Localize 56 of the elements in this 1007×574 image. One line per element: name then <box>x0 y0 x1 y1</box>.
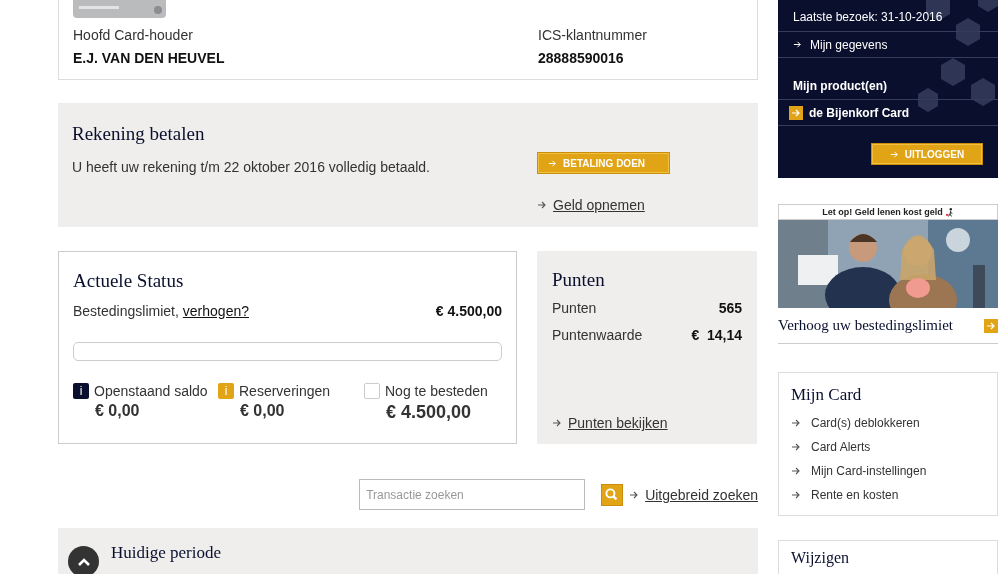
menu-link[interactable]: Rente en kosten <box>811 488 899 502</box>
legend-value: € 0,00 <box>95 402 141 420</box>
section-title: Actuele Status <box>73 270 185 292</box>
legend-value: € 4.500,00 <box>386 402 473 423</box>
arrow-box-icon <box>789 105 803 120</box>
arrow-icon <box>552 418 562 428</box>
menu-link[interactable]: Card Alerts <box>811 440 871 454</box>
warning-text: Let op! Geld lenen kost geld <box>822 207 943 217</box>
collapse-button[interactable] <box>68 546 99 574</box>
field-label: Hoofd Card-houder <box>73 26 194 45</box>
limit-value: € 4.500,00 <box>435 303 502 319</box>
arrow-icon <box>537 200 547 210</box>
legend-value: € 0,00 <box>240 402 286 420</box>
info-icon: i <box>73 383 89 399</box>
field-value: E.J. VAN DEN HEUVEL <box>73 49 226 68</box>
payment-text: U heeft uw rekening t/m 22 oktober 2016 volledig betaald. <box>72 159 431 175</box>
arrow-icon <box>791 466 801 476</box>
arrow-icon <box>791 418 801 428</box>
points-label: Punten <box>552 300 597 316</box>
search-field[interactable]: Transactie zoeken <box>359 479 586 510</box>
arrow-box-icon <box>984 318 998 333</box>
arrow-icon <box>793 40 802 49</box>
field-label: ICS-klantnummer <box>538 26 648 45</box>
section-title: Wijzigen <box>791 549 850 567</box>
arrow-icon <box>889 149 899 159</box>
arrow-icon <box>791 490 801 500</box>
points-value: 565 <box>718 300 742 316</box>
limit-label: Bestedingslimiet, <box>73 303 179 319</box>
increase-link[interactable]: verhogen? <box>182 303 249 319</box>
points-label: Puntenwaarde <box>552 327 643 343</box>
promo-link[interactable]: Verhoog uw bestedingslimiet <box>778 317 953 334</box>
link[interactable]: Punten bekijken <box>568 415 668 431</box>
products-title: Mijn product(en) <box>778 58 998 100</box>
legend-label: Nog te besteden <box>385 383 488 399</box>
section-title: Mijn Card <box>791 385 863 405</box>
walking-figure-icon <box>945 206 954 218</box>
arrow-icon <box>791 442 801 452</box>
info-icon: i <box>218 383 234 399</box>
menu-link[interactable]: Mijn Card-instellingen <box>811 464 927 478</box>
last-visit-text: Laatste bezoek: 31-10-2016 <box>778 10 998 32</box>
legend-label: Reserveringen <box>239 383 331 399</box>
legend-label: Openstaand saldo <box>94 383 208 399</box>
section-title: Rekening betalen <box>72 123 206 145</box>
menu-link[interactable]: Card(s) deblokkeren <box>811 416 920 430</box>
arrow-icon <box>629 489 640 500</box>
section-title: Huidige periode <box>111 543 221 563</box>
account-link[interactable]: Mijn gegevens <box>810 37 888 52</box>
link[interactable]: Geld opnemen <box>553 197 645 213</box>
arrow-icon <box>548 158 557 168</box>
product-link[interactable]: de Bijenkorf Card <box>809 105 910 120</box>
chevron-up-icon <box>76 556 91 567</box>
section-title: Punten <box>552 269 606 291</box>
field-value: 28888590016 <box>538 49 625 68</box>
search-button[interactable] <box>601 483 624 506</box>
points-value: € 14,14 <box>691 327 742 343</box>
link[interactable]: Uitgebreid zoeken <box>645 486 758 503</box>
